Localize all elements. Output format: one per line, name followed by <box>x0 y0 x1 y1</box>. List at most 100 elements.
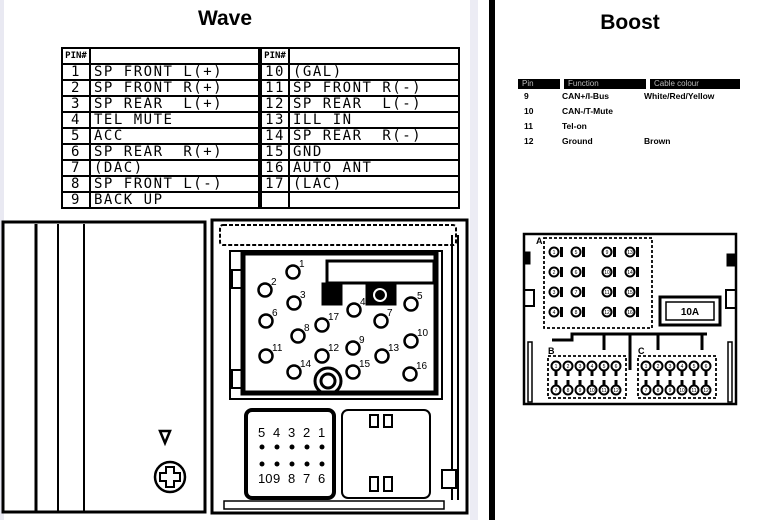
wave-pin-hole <box>374 348 390 364</box>
pin-function: AUTO ANT <box>288 159 460 177</box>
small-connector-pin-label: 5 <box>258 425 265 440</box>
boost-pin-number: 10 <box>604 270 610 276</box>
boost-pin-number: 11 <box>524 121 533 131</box>
pin-number: 2 <box>61 79 91 97</box>
boost-table-row: 12 Ground Brown <box>518 134 740 149</box>
boost-pin: 8 <box>652 380 664 396</box>
boost-pin-number: 6 <box>705 364 708 370</box>
boost-pin-number: 8 <box>575 310 578 316</box>
boost-pin-number: 5 <box>693 364 696 370</box>
header-cable-colour: Cable colour <box>650 79 740 89</box>
small-connector-pin-label: 6 <box>318 471 325 486</box>
boost-title: Boost <box>600 11 660 34</box>
boost-pin-table: Pin Function Cable colour 9 CAN+/I-Bus Whi… <box>518 79 740 149</box>
boost-pin: 12 <box>700 380 712 396</box>
boost-pin-number: 12 <box>524 136 534 146</box>
small-connector-pin-label: 7 <box>303 471 310 486</box>
small-connector-pin-label: 2 <box>303 425 310 440</box>
wave-pin-hole <box>403 333 419 349</box>
boost-pin-number: 7 <box>575 290 578 296</box>
boost-pin-number: 3 <box>579 364 582 370</box>
pin-row: 7 (DAC) <box>61 159 260 177</box>
boost-pin-number: 6 <box>575 270 578 276</box>
boost-pin-number: 11 <box>691 388 696 394</box>
boost-pin-number: 14 <box>627 270 633 276</box>
wave-pin-label: 9 <box>359 335 365 346</box>
wave-pin-hole <box>345 364 361 380</box>
pin-row <box>260 191 460 209</box>
boost-pin-number: 12 <box>703 388 709 394</box>
boost-cable-colour <box>644 119 740 134</box>
pin-row: 15 GND <box>260 143 460 161</box>
pin-row: 5 ACC <box>61 127 260 145</box>
pin-function: SP FRONT R(+) <box>89 79 260 97</box>
boost-pin-number: 9 <box>606 250 609 256</box>
boost-connector-diagram: 1 5 9 132 6 10 143 7 11 154 8 12 161 2 3 4 5 67 8 9 10 11 121 2… <box>522 232 738 406</box>
boost-pin: 11 <box>601 286 616 298</box>
function-column-header <box>89 47 260 65</box>
boost-pin-number: 4 <box>681 364 684 370</box>
pin-number: 14 <box>260 127 290 145</box>
pin-number: 3 <box>61 95 91 113</box>
wave-pin-hole <box>285 264 301 280</box>
boost-pin: 4 <box>586 360 598 376</box>
boost-table-row: 11 Tel-on <box>518 119 740 134</box>
boost-pin: 9 <box>664 380 676 396</box>
boost-pin: 6 <box>700 360 712 376</box>
boost-pin-number: 7 <box>645 388 648 394</box>
boost-pin: 1 <box>548 246 563 258</box>
boost-pin: 9 <box>574 380 586 396</box>
pin-function <box>288 191 460 209</box>
boost-pin: 4 <box>548 306 563 318</box>
wave-pin-hole <box>403 296 419 312</box>
boost-pin: 7 <box>640 380 652 396</box>
boost-pin-number: 1 <box>553 250 556 256</box>
pin-function: SP REAR L(-) <box>288 95 460 113</box>
pin-row: 16 AUTO ANT <box>260 159 460 177</box>
boost-pin: 7 <box>550 380 562 396</box>
small-connector-pin <box>289 444 295 450</box>
pin-row: 12 SP REAR L(-) <box>260 95 460 113</box>
wave-pin-label: 11 <box>272 343 283 354</box>
pin-number: 7 <box>61 159 91 177</box>
boost-pin-number: 4 <box>591 364 594 370</box>
boost-pin: 2 <box>652 360 664 376</box>
pin-row: 10 (GAL) <box>260 63 460 81</box>
wave-pin-label: 4 <box>360 297 366 308</box>
pin-function: SP REAR R(+) <box>89 143 260 161</box>
pin-row: 17 (LAC) <box>260 175 460 193</box>
wave-pin-hole <box>402 366 418 382</box>
wave-pin-label: 1 <box>299 259 305 270</box>
pin-function: SP REAR R(-) <box>288 127 460 145</box>
top-slot <box>219 224 457 246</box>
pin-function: GND <box>288 143 460 161</box>
boost-pin-number: 9 <box>579 388 582 394</box>
boost-pin: 5 <box>570 246 585 258</box>
wave-pin-label: 3 <box>300 290 306 301</box>
header-function: Function <box>564 79 646 89</box>
function-column-header <box>288 47 460 65</box>
boost-pin-number: 12 <box>613 388 619 394</box>
small-connector-pin <box>274 444 280 450</box>
boost-cable-colour: Brown <box>644 136 671 146</box>
wave-pin-label: 5 <box>417 291 423 302</box>
boost-pin: 10 <box>586 380 598 396</box>
boost-pin: 6 <box>570 266 585 278</box>
boost-pin-number: 11 <box>604 290 609 296</box>
small-connector-pin-label: 9 <box>273 471 280 486</box>
small-connector-pin-label: 3 <box>288 425 295 440</box>
boost-pin-number: 9 <box>669 388 672 394</box>
wave-pin-label: 8 <box>304 323 310 334</box>
boost-pin-function: CAN+/I-Bus <box>562 91 609 101</box>
small-connector-pin <box>274 461 280 467</box>
boost-pin-number: 2 <box>657 364 660 370</box>
wave-pin-hole <box>257 282 273 298</box>
wave-pin-hole <box>345 340 361 356</box>
boost-pin-function: Ground <box>562 136 593 146</box>
pin-number: 9 <box>61 191 91 209</box>
boost-pin: 8 <box>562 380 574 396</box>
pin-row: 1 SP FRONT L(+) <box>61 63 260 81</box>
pin-number: 8 <box>61 175 91 193</box>
pin-function: BACK UP <box>89 191 260 209</box>
wave-pin-hole <box>286 295 302 311</box>
